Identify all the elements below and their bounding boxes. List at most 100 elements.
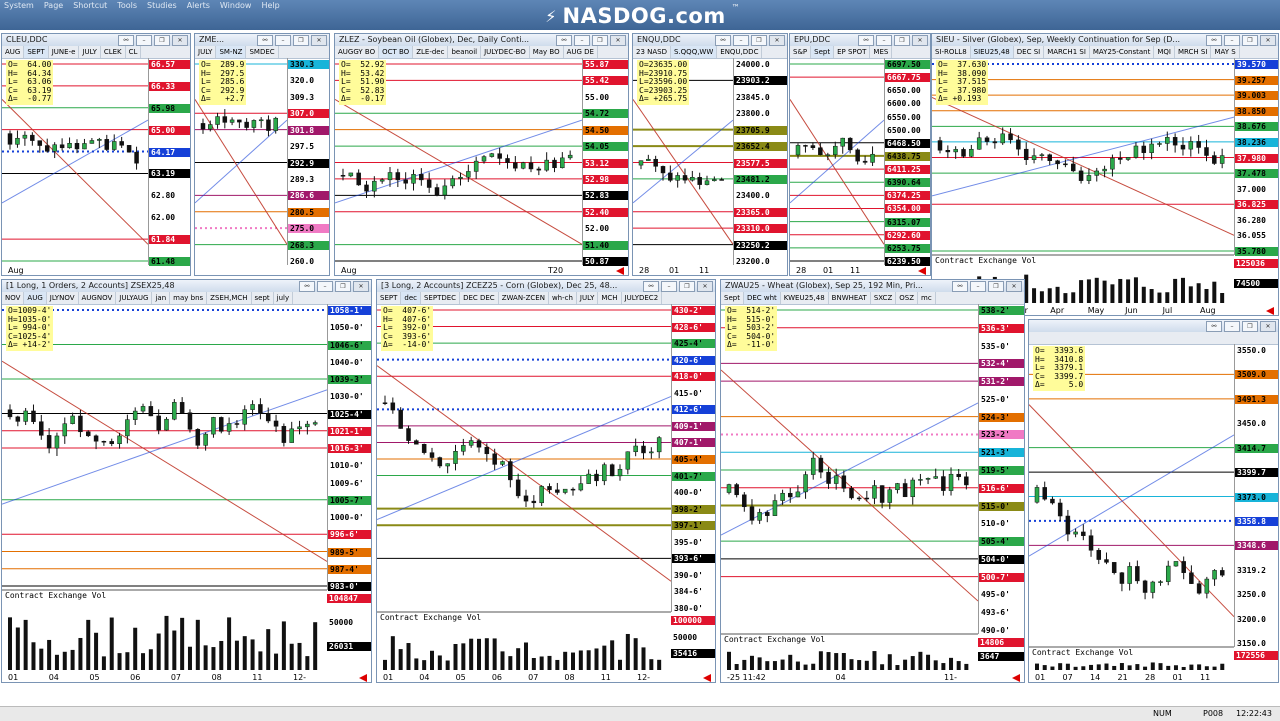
menu-studies[interactable]: Studies [147,0,177,10]
close-icon[interactable]: ✕ [353,281,369,292]
scroll-to-latest-icon[interactable] [703,674,711,682]
restore-icon[interactable]: ❐ [335,281,351,292]
close-icon[interactable]: ✕ [1260,321,1276,332]
close-icon[interactable]: ✕ [769,35,785,46]
restore-icon[interactable]: ❐ [679,281,695,292]
volume-bar [1212,666,1217,670]
menu-alerts[interactable]: Alerts [187,0,210,10]
chart-window-w5[interactable]: EPU,DDC ⚯ – ❐ ✕ S&P Sept EP SPOT MES 6697.50 6667.… [789,33,931,276]
volume-value-label: 26031 [327,642,371,651]
restore-icon[interactable]: ❐ [894,35,910,46]
trend-line[interactable] [2,119,148,204]
trend-line[interactable] [195,119,287,204]
trend-line[interactable] [335,98,582,245]
volume-pane-title: Contract Exchange Vol [935,256,1037,265]
candlestick [937,136,943,154]
close-icon[interactable]: ✕ [912,35,928,46]
menu-shortcut[interactable]: Shortcut [73,0,107,10]
trend-line[interactable] [2,99,148,245]
volume-value-label: 3647 [978,652,1024,661]
menu-help[interactable]: Help [261,0,279,10]
chart-window-w2[interactable]: ZME... ⚯ – ❐ ✕ JULY SM-NZ SMDEC O= 289.9 H= 297.… [194,33,330,276]
trend-line[interactable] [2,360,327,562]
scroll-to-latest-icon[interactable] [1012,674,1020,682]
restore-icon[interactable]: ❐ [1242,321,1258,332]
close-icon[interactable]: ✕ [311,35,327,46]
restore-icon[interactable]: ❐ [1242,35,1258,46]
price-level-label: 1021-1' [328,426,371,436]
price-level-label: 39.003 [1235,91,1278,101]
chart-window-w4[interactable]: ENQU,DDC ⚯ – ❐ ✕ 23 NASD S.QQQ,WW ENQU,DDC O=236… [632,33,788,276]
volume-bar [1220,293,1225,303]
minimize-icon[interactable]: – [733,35,749,46]
trend-line[interactable] [790,99,884,245]
chart-window-w9[interactable]: ZWAU25 - Wheat (Globex), Sep 25, 192 Min… [720,279,1025,683]
restore-icon[interactable]: ❐ [988,281,1004,292]
restore-icon[interactable]: ❐ [751,35,767,46]
candlestick [1065,509,1071,542]
restore-icon[interactable]: ❐ [592,35,608,46]
chart-window-w10[interactable]: ⚯ – ❐ ✕ O= 3393.6 H= 3410.8 L= 3379.1 C= 339… [1028,319,1279,683]
candlestick [93,434,99,450]
volume-value-label: 100000 [671,616,715,625]
volume-bar [187,646,192,670]
close-icon[interactable]: ✕ [697,281,713,292]
volume-bar [1032,288,1037,303]
trend-line[interactable] [633,119,733,204]
volume-bar [625,633,630,670]
volume-bar [164,615,169,670]
menu-tools[interactable]: Tools [117,0,137,10]
volume-bar [383,659,387,670]
price-chart[interactable] [790,34,884,276]
chart-window-w3[interactable]: ZLEZ - Soybean Oil (Globex), Dec, Daily … [334,33,629,276]
trend-line[interactable] [721,369,978,602]
restore-icon[interactable]: ❐ [154,35,170,46]
trend-line[interactable] [377,365,671,582]
candlestick [969,144,974,158]
scroll-to-latest-icon[interactable] [616,267,624,275]
chart-window-w8[interactable]: [3 Long, 2 Accounts] ZCEZ25 - Corn (Glob… [376,279,716,683]
chart-window-w7[interactable]: [1 Long, 1 Orders, 2 Accounts] ZSEX25,48… [1,279,372,683]
price-level-label: 405-4' [672,455,715,464]
candlestick [44,138,50,153]
price-level-label: 3200.0 [1237,614,1266,624]
time-axis: 28 01 11 [790,266,884,275]
candlestick [348,172,354,178]
trend-line[interactable] [790,119,884,204]
volume-bar [1050,666,1055,670]
trend-line[interactable] [932,96,1234,236]
chart-window-w6[interactable]: SIEU - Silver (Globex), Sep, Weekly Cont… [931,33,1279,316]
candlestick [111,134,117,151]
close-icon[interactable]: ✕ [1006,281,1022,292]
candlestick [1119,572,1125,592]
chart-window-w1[interactable]: CLEU,DDC ⚯ – ❐ ✕ AUG SEPT JUNE-e JULY CLEK CL O= 64… [1,33,191,276]
close-icon[interactable]: ✕ [610,35,626,46]
menu-window[interactable]: Window [220,0,252,10]
trend-line[interactable] [633,99,733,245]
scroll-to-latest-icon[interactable] [918,267,926,275]
price-level-label: 6468.50 [885,138,930,148]
volume-bar [1039,291,1044,303]
candlestick [164,417,169,431]
scroll-to-latest-icon[interactable] [359,674,367,682]
trend-line[interactable] [1029,434,1234,557]
time-tick-label: 04 [835,673,846,682]
menu-page[interactable]: Page [44,0,63,10]
candlestick [1047,153,1052,166]
volume-bar [390,636,395,670]
candlestick [840,137,845,154]
volume-bar [555,659,560,670]
price-level-label: 532-4' [979,359,1024,369]
close-icon[interactable]: ✕ [1260,35,1276,46]
price-level-label: 38.850 [1235,106,1278,116]
volume-bar [484,638,489,670]
menu-system[interactable]: System [4,0,34,10]
scroll-to-latest-icon[interactable] [1266,307,1274,315]
volume-bar [109,617,114,670]
candlestick [132,407,138,425]
close-icon[interactable]: ✕ [172,35,188,46]
restore-icon[interactable]: ❐ [293,35,309,46]
trend-line[interactable] [932,116,1234,197]
candlestick [406,425,411,444]
time-tick-label: 28 [1145,673,1156,682]
